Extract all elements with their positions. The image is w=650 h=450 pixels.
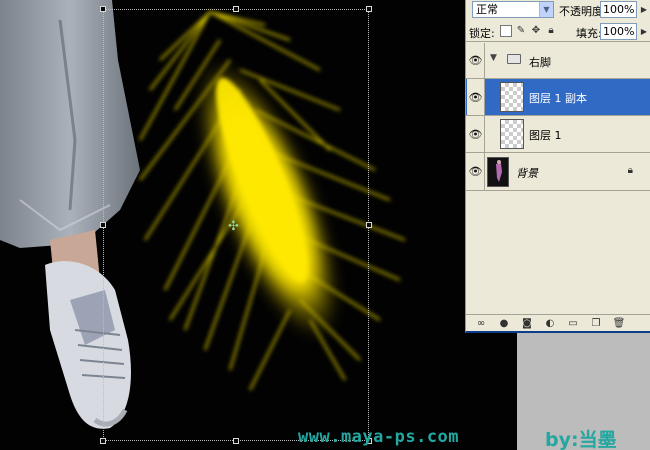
watermark-author: by:当墨 bbox=[545, 429, 617, 450]
layer-name: 右脚 bbox=[529, 56, 551, 69]
chevron-down-icon[interactable]: ▼ bbox=[539, 2, 553, 17]
lock-all-icon[interactable]: 🔒︎ bbox=[545, 25, 557, 37]
lock-move-icon[interactable]: ✥ bbox=[530, 25, 542, 37]
eye-icon[interactable]: 👁︎ bbox=[467, 43, 485, 78]
expand-triangle-icon[interactable]: ▼ bbox=[490, 53, 497, 63]
fill-label: 填充: bbox=[576, 27, 602, 40]
layer-group-row[interactable]: 👁︎ ▼ 右脚 bbox=[466, 43, 650, 79]
lock-icon: 🔒︎ bbox=[627, 165, 633, 176]
lock-transparency-icon[interactable] bbox=[500, 25, 512, 37]
eye-icon[interactable]: 👁︎ bbox=[467, 153, 485, 190]
background-thumbnail bbox=[487, 157, 509, 187]
layer-row-background[interactable]: 👁︎ 背景 🔒︎ bbox=[466, 153, 650, 191]
fx-icon[interactable]: ● bbox=[497, 318, 511, 329]
new-group-icon[interactable]: ▭ bbox=[566, 318, 580, 329]
eye-icon[interactable]: 👁︎ bbox=[467, 116, 485, 152]
link-icon[interactable]: ∞ bbox=[474, 318, 488, 329]
fill-input[interactable]: 100% bbox=[600, 23, 637, 40]
opacity-arrow-icon[interactable]: ▶ bbox=[638, 1, 650, 18]
blend-row: 正常 ▼ 不透明度: 100% ▶ bbox=[466, 0, 650, 20]
mask-icon[interactable]: ◙ bbox=[520, 318, 534, 329]
opacity-input[interactable]: 100% bbox=[600, 1, 637, 18]
handle-bottom-center[interactable] bbox=[233, 438, 239, 444]
layers-bottom-toolbar: ∞ ● ◙ ◐ ▭ ❐ 🗑︎ bbox=[466, 314, 650, 331]
handle-top-right[interactable] bbox=[366, 6, 372, 12]
handle-middle-right[interactable] bbox=[366, 222, 372, 228]
layer-row-selected[interactable]: 👁︎ 图层 1 副本 bbox=[466, 79, 650, 116]
blend-mode-value: 正常 bbox=[476, 3, 498, 16]
adjustment-icon[interactable]: ◐ bbox=[543, 318, 557, 329]
fill-arrow-icon[interactable]: ▶ bbox=[638, 23, 650, 40]
handle-top-center[interactable] bbox=[233, 6, 239, 12]
trash-icon[interactable]: 🗑︎ bbox=[612, 318, 626, 329]
transform-pivot-icon[interactable]: ✣ bbox=[228, 220, 239, 233]
layer-thumbnail bbox=[500, 82, 524, 112]
layer-name: 图层 1 bbox=[529, 129, 562, 142]
lock-brush-icon[interactable]: ✎ bbox=[515, 25, 527, 37]
eye-icon[interactable]: 👁︎ bbox=[467, 79, 485, 115]
layers-list: 👁︎ ▼ 右脚 👁︎ 图层 1 副本 👁︎ 图层 1 👁︎ 背景 🔒︎ bbox=[466, 43, 650, 314]
layers-palette: 正常 ▼ 不透明度: 100% ▶ 锁定: ✎ ✥ 🔒︎ 填充: 100% ▶ … bbox=[465, 0, 650, 333]
layer-row[interactable]: 👁︎ 图层 1 bbox=[466, 116, 650, 153]
handle-middle-left[interactable] bbox=[100, 222, 106, 228]
layer-name: 图层 1 副本 bbox=[529, 92, 587, 105]
folder-icon bbox=[507, 54, 521, 64]
handle-bottom-left[interactable] bbox=[100, 438, 106, 444]
layer-name: 背景 bbox=[516, 167, 538, 180]
handle-top-left[interactable] bbox=[100, 6, 106, 12]
lock-label: 锁定: bbox=[469, 27, 495, 40]
layer-thumbnail bbox=[500, 119, 524, 149]
new-layer-icon[interactable]: ❐ bbox=[589, 318, 603, 329]
blend-mode-select[interactable]: 正常 ▼ bbox=[472, 1, 554, 18]
watermark-url: www.maya-ps.com bbox=[298, 427, 460, 447]
